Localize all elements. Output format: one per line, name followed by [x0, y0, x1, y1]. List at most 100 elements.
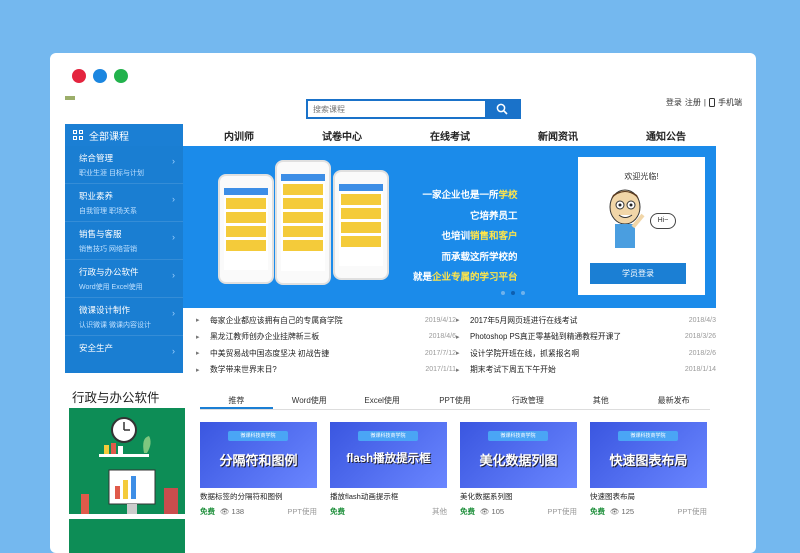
news-item[interactable]: ▸ Photoshop PS真正零基础到精通教程开课了 2018/3/26 — [456, 329, 716, 346]
student-login-button[interactable]: 学员登录 — [590, 263, 686, 284]
carousel-dot[interactable] — [521, 291, 525, 295]
carousel-dot-active[interactable] — [511, 291, 515, 295]
hero-banner[interactable]: 一家企业也是一所学校 它培养员工 也培训销售和客户 而承载这所学校的 就是企业专… — [183, 146, 716, 308]
grid-icon — [73, 130, 83, 140]
nav-item-news[interactable]: 新闻资讯 — [538, 128, 578, 143]
news-date: 2018/2/6 — [688, 349, 716, 357]
search-button[interactable] — [485, 101, 519, 117]
bullet-icon: ▸ — [456, 317, 460, 325]
course-card[interactable]: 微课科技商学院 快速图表布局 快速图表布局 免费 👁 125 PPT使用 — [590, 422, 707, 517]
sidebar-item-sub: 认识微课 微课内容设计 — [79, 322, 151, 329]
welcome-text: 欢迎光临! — [624, 172, 659, 181]
register-link[interactable]: 注册 — [685, 97, 701, 108]
bullet-icon: ▸ — [196, 350, 200, 358]
sidebar-item-sales[interactable]: 销售与客服 销售技巧 网络营销 › — [65, 222, 183, 260]
course-cover: 微课科技商学院 分隔符和图例 — [200, 422, 317, 488]
sidebar-item-title: 微课设计制作 — [79, 305, 131, 315]
news-date: 2019/4/12 — [424, 316, 456, 324]
bullet-icon: ▸ — [456, 366, 460, 374]
slogan-text: 一家企业也是一所 — [422, 190, 499, 201]
course-title: 数据标签的分隔符和图例 — [200, 492, 283, 501]
news-title: Photoshop PS真正零基础到精通教程开课了 — [470, 332, 622, 342]
welcome-panel: 欢迎光临! Hi~ 学员登录 — [578, 157, 705, 295]
view-count: 138 — [231, 507, 245, 516]
news-title: 数学带来世界末日? — [210, 365, 277, 375]
mobile-link[interactable]: 手机端 — [718, 97, 742, 108]
cover-badge: 微课科技商学院 — [488, 431, 548, 441]
news-title: 每家企业都应该拥有自己的专属商学院 — [210, 315, 343, 325]
cover-badge: 微课科技商学院 — [228, 431, 288, 441]
slogan-text: 它培养员工 — [470, 210, 518, 222]
search-bar — [306, 99, 521, 119]
sidebar-item-microcourse[interactable]: 微课设计制作认识微课 微课内容设计 › — [65, 298, 183, 336]
main-nav: 内训师 试卷中心 在线考试 新闻资讯 通知公告 — [190, 124, 720, 146]
news-list-left: ▸ 每家企业都应该拥有自己的专属商学院 2019/4/12 ▸ 黑龙江教师创办企业挂牌… — [196, 312, 456, 378]
course-category: PPT使用 — [677, 507, 707, 516]
section-title: 行政与办公软件 — [72, 390, 160, 405]
slogan-highlight: 企业专属的学习平台 — [432, 272, 518, 283]
news-item[interactable]: ▸ 中美贸易战中国态度坚决 初战告捷 2017/7/12 — [196, 345, 456, 362]
course-card[interactable]: 微课科技商学院 美化数据列图 美化数据系列图 免费 👁 105 PPT使用 — [460, 422, 577, 517]
close-dot[interactable] — [72, 69, 86, 83]
news-title: 黑龙江教师创办企业挂牌新三板 — [210, 332, 320, 342]
tab-recommend[interactable]: 推荐 — [200, 392, 273, 409]
search-input[interactable] — [308, 101, 485, 117]
news-item[interactable]: ▸ 数学带来世界末日? 2017/1/11 — [196, 362, 456, 379]
news-item[interactable]: ▸ 2017年5月网页班进行在线考试 2018/4/3 — [456, 312, 716, 329]
chevron-right-icon: › — [172, 156, 175, 166]
sidebar-item-general[interactable]: 综合管理 职业生涯 目标与计划 › — [65, 146, 183, 184]
news-item[interactable]: ▸ 期末考试下周五下午开始 2018/1/14 — [456, 362, 716, 379]
all-courses-button[interactable]: 全部课程 — [65, 124, 183, 146]
phone-mockup — [218, 174, 274, 284]
course-title: 快速图表布局 — [590, 492, 635, 501]
news-date: 2017/7/12 — [424, 349, 456, 357]
tab-ppt[interactable]: PPT使用 — [419, 392, 492, 409]
nav-item-trainer[interactable]: 内训师 — [224, 128, 254, 143]
eye-icon: 👁 — [220, 507, 230, 516]
cover-badge: 微课科技商学院 — [358, 431, 418, 441]
top-links: 登录 注册 | 手机端 — [666, 97, 742, 108]
nav-item-notice[interactable]: 通知公告 — [646, 128, 686, 143]
slogan-line: 它培养员工 — [413, 207, 518, 228]
sidebar-item-sub: 自我管理 职场关系 — [79, 208, 137, 215]
separator: | — [703, 98, 706, 107]
chevron-right-icon: › — [172, 308, 175, 318]
carousel-dot[interactable] — [501, 291, 505, 295]
nav-item-papers[interactable]: 试卷中心 — [322, 128, 362, 143]
tab-latest[interactable]: 最新发布 — [637, 392, 710, 409]
carousel-pager — [501, 291, 525, 295]
course-card[interactable]: 微课科技商学院 分隔符和图例 数据标签的分隔符和图例 免费 👁 138 PPT使用 — [200, 422, 317, 517]
sidebar-item-sub: 销售技巧 网络营销 — [79, 246, 137, 253]
sidebar-item-professional[interactable]: 职业素养 自我管理 职场关系 › — [65, 184, 183, 222]
sidebar-item-office[interactable]: 行政与办公软件 Word使用 Excel使用 › — [65, 260, 183, 298]
office-desk-illustration — [69, 417, 185, 519]
free-badge: 免费 — [590, 507, 605, 516]
login-link[interactable]: 登录 — [666, 97, 682, 108]
search-icon — [496, 103, 508, 115]
course-cover: 微课科技商学院 flash播放提示框 — [330, 422, 447, 488]
tab-word[interactable]: Word使用 — [273, 392, 346, 409]
slogan-highlight: 销售和客户 — [470, 231, 518, 242]
sidebar-item-title: 综合管理 — [79, 153, 114, 163]
news-item[interactable]: ▸ 每家企业都应该拥有自己的专属商学院 2019/4/12 — [196, 312, 456, 329]
tab-excel[interactable]: Excel使用 — [346, 392, 419, 409]
sidebar-item-title: 行政与办公软件 — [79, 267, 139, 277]
phone-mockup — [275, 160, 331, 285]
sidebar-item-safety[interactable]: 安全生产 › — [65, 336, 183, 374]
nav-item-exam[interactable]: 在线考试 — [430, 128, 470, 143]
maximize-dot[interactable] — [114, 69, 128, 83]
bullet-icon: ▸ — [196, 333, 200, 341]
tab-other[interactable]: 其他 — [564, 392, 637, 409]
logo[interactable] — [65, 96, 75, 100]
minimize-dot[interactable] — [93, 69, 107, 83]
news-item[interactable]: ▸ 黑龙江教师创办企业挂牌新三板 2018/4/6 — [196, 329, 456, 346]
news-date: 2018/1/14 — [684, 366, 716, 374]
view-count: 105 — [491, 507, 505, 516]
sidebar-item-title: 安全生产 — [79, 343, 114, 353]
news-item[interactable]: ▸ 设计学院开班在线，抓紧报名啊 2018/2/6 — [456, 345, 716, 362]
tab-admin[interactable]: 行政管理 — [491, 392, 564, 409]
news-date: 2018/4/3 — [688, 316, 716, 324]
banner-slogan: 一家企业也是一所学校 它培养员工 也培训销售和客户 而承载这所学校的 就是企业专… — [413, 186, 518, 289]
course-card[interactable]: 微课科技商学院 flash播放提示框 播放flash动画提示框 免费 其他 — [330, 422, 447, 517]
free-badge: 免费 — [200, 507, 215, 516]
